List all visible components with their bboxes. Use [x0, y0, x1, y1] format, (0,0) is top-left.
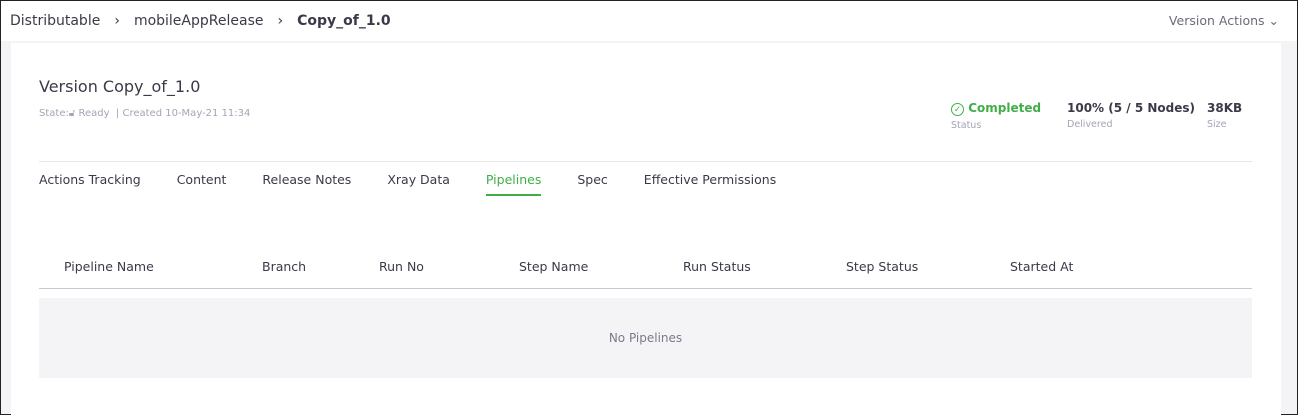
status-stat: ✓ Completed Status: [951, 101, 1041, 131]
chevron-right-icon: ›: [114, 13, 120, 29]
state-label: State:: [39, 108, 69, 119]
column-branch[interactable]: Branch: [262, 259, 306, 274]
column-step-name[interactable]: Step Name: [519, 259, 588, 274]
breadcrumb-current: Copy_of_1.0: [297, 13, 391, 29]
tab-content[interactable]: Content: [177, 172, 227, 196]
breadcrumb-distributable[interactable]: Distributable: [10, 13, 100, 29]
size-stat: 38KB Size: [1207, 101, 1242, 130]
state-value: Ready: [78, 108, 110, 119]
column-run-status[interactable]: Run Status: [683, 259, 751, 274]
breadcrumb: Distributable › mobileAppRelease › Copy_…: [1, 1, 1297, 41]
breadcrumb-mobileapprelease[interactable]: mobileAppRelease: [134, 13, 264, 29]
divider: [39, 161, 1252, 162]
tab-pipelines[interactable]: Pipelines: [485, 172, 542, 196]
check-circle-icon: ✓: [951, 103, 964, 116]
table-header: Pipeline Name Branch Run No Step Name Ru…: [39, 249, 1252, 289]
delivered-label: Delivered: [1067, 119, 1113, 130]
column-step-status[interactable]: Step Status: [846, 259, 918, 274]
tab-bar: Actions Tracking Content Release Notes X…: [39, 172, 812, 196]
lock-icon: 🔓︎: [68, 108, 76, 119]
version-card: Version Copy_of_1.0 State:🔓︎ Ready | Cre…: [11, 43, 1281, 415]
page-title: Version Copy_of_1.0: [39, 77, 201, 96]
delivered-value: 100% (5 / 5 Nodes): [1067, 101, 1195, 115]
size-value: 38KB: [1207, 101, 1243, 115]
column-pipeline-name[interactable]: Pipeline Name: [64, 259, 154, 274]
chevron-right-icon: ›: [277, 13, 284, 29]
version-meta: State:🔓︎ Ready | Created 10-May-21 11:34: [39, 108, 250, 119]
tab-release-notes[interactable]: Release Notes: [262, 172, 351, 196]
empty-message: No Pipelines: [608, 331, 683, 345]
chevron-down-icon: ⌄: [1268, 13, 1279, 28]
column-started-at[interactable]: Started At: [1010, 259, 1073, 274]
tab-xray-data[interactable]: Xray Data: [387, 172, 450, 196]
version-actions-label: Version Actions: [1168, 13, 1265, 28]
tab-actions-tracking[interactable]: Actions Tracking: [39, 172, 141, 196]
delivered-stat: 100% (5 / 5 Nodes) Delivered: [1067, 101, 1195, 130]
status-value: Completed: [968, 101, 1042, 115]
version-actions-dropdown[interactable]: Version Actions ⌄: [1169, 13, 1279, 28]
column-run-no[interactable]: Run No: [379, 259, 424, 274]
tab-effective-permissions[interactable]: Effective Permissions: [644, 172, 776, 196]
tab-spec[interactable]: Spec: [577, 172, 607, 196]
status-label: Status: [951, 120, 982, 131]
created-date: | Created 10-May-21 11:34: [115, 108, 251, 119]
empty-state: No Pipelines: [39, 298, 1252, 378]
size-label: Size: [1207, 119, 1227, 130]
app-frame: Distributable › mobileAppRelease › Copy_…: [0, 0, 1298, 415]
